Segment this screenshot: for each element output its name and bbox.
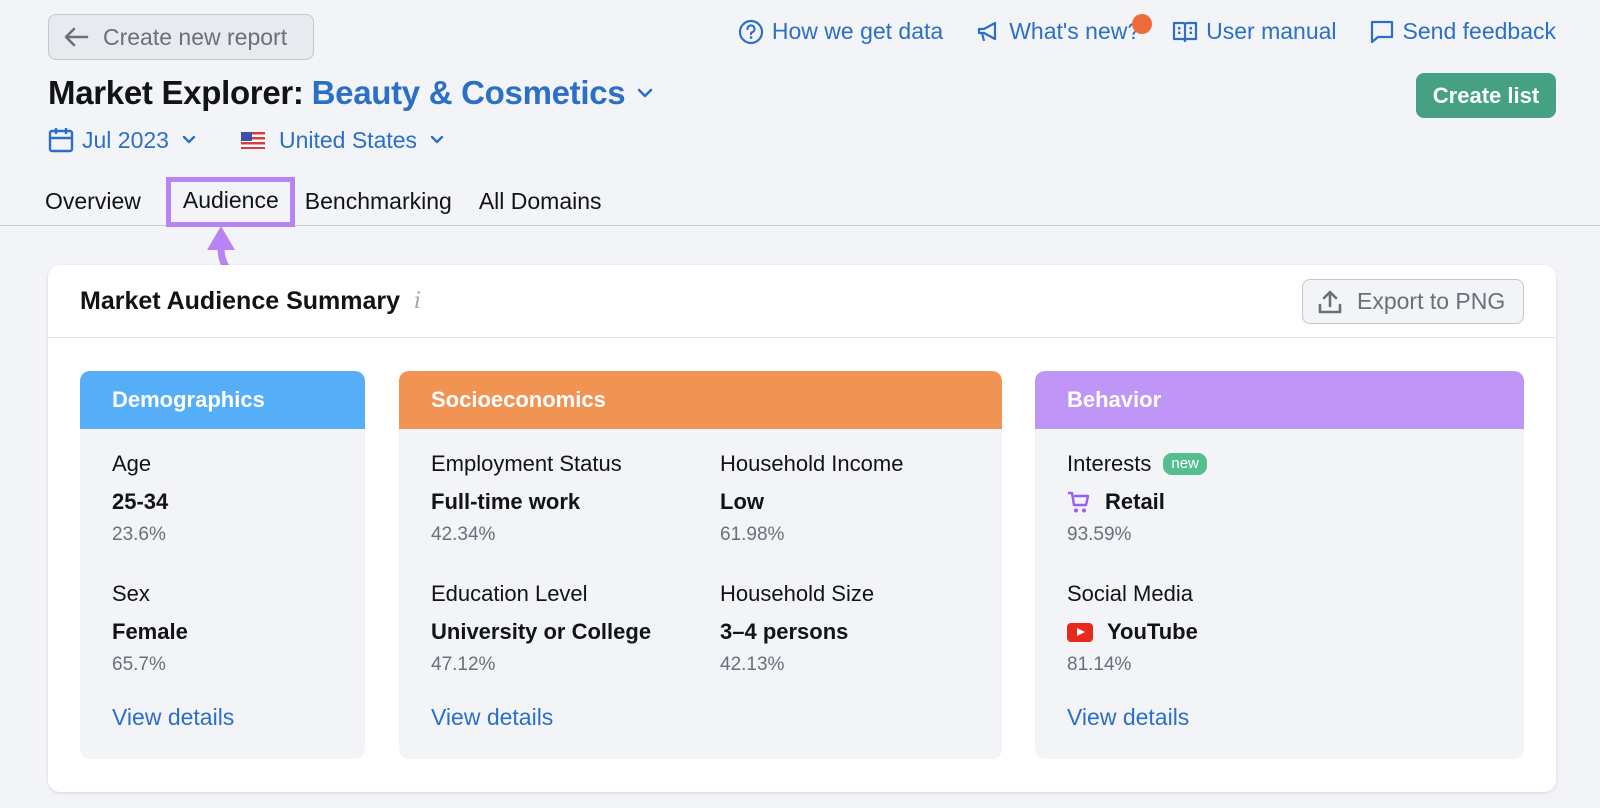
metric-value: Low	[720, 489, 764, 514]
us-flag-icon	[240, 131, 265, 149]
behavior-panel: Behavior Interests new Retail 93.59% Soc…	[1035, 371, 1524, 759]
metric-value: Full-time work	[431, 489, 581, 514]
metric-employment-status: Employment Status Full-time work 42.34%	[431, 451, 622, 546]
market-selector[interactable]: Beauty & Cosmetics	[312, 74, 656, 112]
metric-household-size: Household Size 3–4 persons 42.13%	[720, 581, 874, 676]
export-to-png-button[interactable]: Export to PNG	[1302, 279, 1524, 324]
metric-value: 25-34	[112, 489, 169, 514]
tab-all-domains[interactable]: All Domains	[479, 178, 615, 224]
whats-new-link[interactable]: What's new?	[975, 14, 1153, 45]
page-title-prefix: Market Explorer:	[48, 74, 304, 111]
metric-label: Employment Status	[431, 451, 622, 476]
new-badge: new	[1163, 453, 1207, 475]
filters: Jul 2023 United States	[48, 126, 445, 154]
behavior-view-details-link[interactable]: View details	[1067, 704, 1189, 731]
metric-social-media: Social Media YouTube 81.14%	[1067, 581, 1198, 676]
metric-percent: 42.34%	[431, 524, 496, 545]
upload-icon	[1318, 290, 1342, 313]
tab-overview[interactable]: Overview	[45, 178, 154, 224]
metric-percent: 65.7%	[112, 654, 166, 675]
metric-education-level: Education Level University or College 47…	[431, 581, 651, 676]
info-icon[interactable]: i	[414, 289, 421, 314]
whats-new-label: What's new?	[1009, 18, 1141, 44]
export-to-png-label: Export to PNG	[1357, 288, 1506, 314]
socioeconomics-panel: Socioeconomics Employment Status Full-ti…	[399, 371, 1002, 759]
demographics-panel: Demographics Age 25-34 23.6% Sex Female …	[80, 371, 365, 759]
metric-label: Social Media	[1067, 581, 1193, 606]
metric-value: Female	[112, 619, 188, 644]
metric-label: Household Income	[720, 451, 904, 476]
metric-label: Sex	[112, 581, 150, 606]
metric-label-row: Interests new	[1067, 451, 1207, 477]
tab-audience[interactable]: Audience	[165, 177, 295, 227]
send-feedback-label: Send feedback	[1402, 18, 1556, 44]
country-filter-label: United States	[278, 126, 418, 153]
card-header: Market Audience Summary i Export to PNG	[48, 265, 1556, 338]
user-manual-label: User manual	[1206, 18, 1337, 44]
metric-interests: Interests new Retail 93.59%	[1067, 451, 1207, 546]
metric-percent: 23.6%	[112, 524, 166, 545]
metric-sex: Sex Female 65.7%	[112, 581, 188, 676]
date-filter-label: Jul 2023	[82, 126, 169, 153]
metric-label: Interests	[1067, 451, 1152, 476]
metric-value-row: YouTube	[1067, 619, 1198, 645]
youtube-icon	[1067, 622, 1093, 642]
create-new-report-label: Create new report	[103, 23, 288, 50]
metric-value: University or College	[431, 619, 652, 644]
tab-bar: Overview Audience Benchmarking All Domai…	[0, 177, 1600, 227]
arrow-left-icon	[64, 27, 89, 47]
shopping-cart-icon	[1068, 491, 1090, 513]
card-title: Market Audience Summary	[80, 286, 401, 315]
metric-age: Age 25-34 23.6%	[112, 451, 168, 546]
metric-value: YouTube	[1107, 619, 1198, 644]
behavior-title: Behavior	[1035, 371, 1524, 429]
metric-value: Retail	[1105, 489, 1165, 514]
metric-value-row: Retail	[1067, 489, 1207, 515]
book-icon	[1173, 21, 1198, 42]
top-links: How we get data What's new? User manual …	[738, 14, 1556, 45]
metric-percent: 47.12%	[431, 654, 496, 675]
metric-percent: 61.98%	[720, 524, 785, 545]
question-circle-icon	[738, 19, 763, 44]
chevron-down-icon	[430, 135, 444, 144]
calendar-icon	[48, 128, 74, 153]
chat-bubble-icon	[1370, 20, 1393, 43]
metric-percent: 81.14%	[1067, 654, 1132, 675]
create-list-button[interactable]: Create list	[1416, 73, 1556, 118]
metric-household-income: Household Income Low 61.98%	[720, 451, 903, 546]
tab-benchmarking[interactable]: Benchmarking	[305, 178, 465, 224]
user-manual-link[interactable]: User manual	[1172, 18, 1337, 45]
chevron-down-icon	[638, 88, 653, 98]
country-filter[interactable]: United States	[240, 126, 445, 154]
socioeconomics-title: Socioeconomics	[399, 371, 1002, 429]
metric-label: Education Level	[431, 581, 588, 606]
how-we-get-data-label: How we get data	[771, 18, 944, 44]
metric-label: Household Size	[720, 581, 875, 606]
megaphone-icon	[978, 21, 997, 41]
date-filter[interactable]: Jul 2023	[48, 126, 197, 154]
metric-percent: 93.59%	[1067, 524, 1132, 545]
metric-percent: 42.13%	[720, 654, 785, 675]
market-audience-summary-card: Market Audience Summary i Export to PNG …	[48, 265, 1556, 792]
metric-label: Age	[112, 451, 152, 476]
demographics-title: Demographics	[80, 371, 365, 429]
send-feedback-link[interactable]: Send feedback	[1369, 18, 1556, 45]
demographics-view-details-link[interactable]: View details	[112, 704, 234, 731]
page-title: Market Explorer: Beauty & Cosmetics	[48, 74, 655, 112]
chevron-down-icon	[182, 135, 196, 144]
metric-value: 3–4 persons	[720, 619, 849, 644]
market-name: Beauty & Cosmetics	[311, 74, 626, 111]
notification-dot	[1132, 14, 1153, 34]
create-new-report-button[interactable]: Create new report	[48, 14, 314, 60]
how-we-get-data-link[interactable]: How we get data	[738, 18, 943, 45]
socioeconomics-view-details-link[interactable]: View details	[431, 704, 553, 731]
